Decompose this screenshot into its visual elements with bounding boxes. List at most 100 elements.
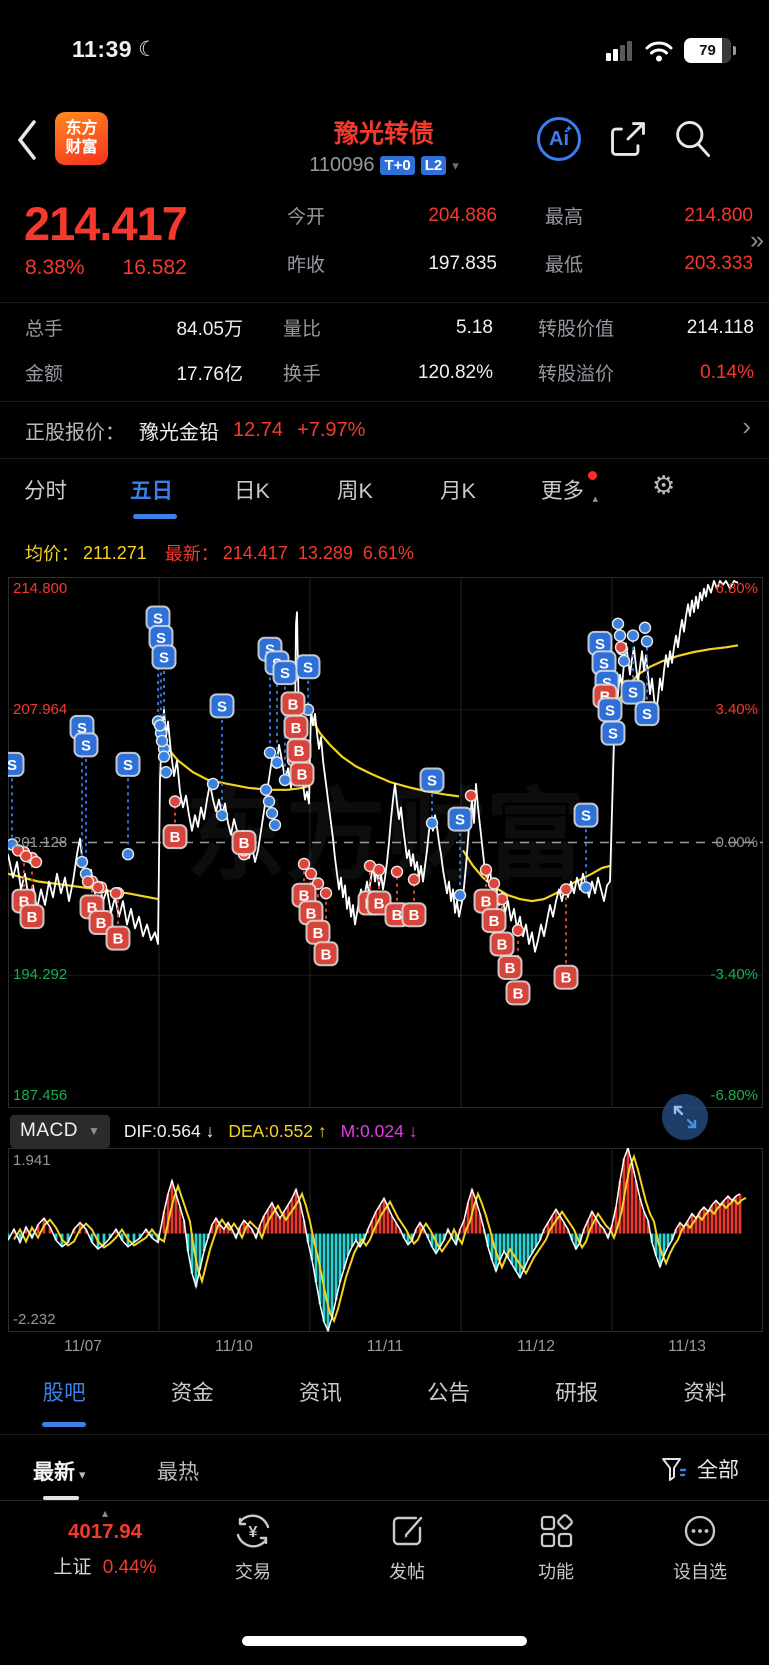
l2-badge[interactable]: L2 bbox=[420, 156, 447, 175]
svg-text:S: S bbox=[123, 757, 133, 774]
tab-profile[interactable]: 资料 bbox=[641, 1376, 769, 1407]
left-axis-label: 214.800 bbox=[13, 580, 68, 597]
nav-index-shanghai[interactable]: ▴ 4017.94 上证 0.44% bbox=[40, 1506, 170, 1579]
svg-text:¥: ¥ bbox=[249, 1524, 258, 1541]
svg-text:S: S bbox=[81, 737, 91, 754]
fullscreen-button[interactable] bbox=[662, 1094, 708, 1140]
status-bar-left: 11:39 ☾ bbox=[72, 36, 157, 63]
svg-text:B: B bbox=[297, 767, 308, 784]
macd-svg bbox=[8, 1148, 763, 1332]
share-icon[interactable] bbox=[607, 118, 649, 160]
period-tab-bar: 分时 五日 日K 周K 月K 更多 ▴ ⚙ bbox=[0, 460, 769, 526]
macd-upper-label: 1.941 bbox=[13, 1152, 51, 1169]
home-indicator[interactable] bbox=[242, 1636, 527, 1646]
t0-badge: T+0 bbox=[380, 156, 415, 175]
nav-functions-label: 功能 bbox=[538, 1562, 574, 1582]
field-label: 最低 bbox=[545, 255, 584, 276]
nav-functions[interactable]: 功能 bbox=[506, 1510, 606, 1584]
index-name: 上证 bbox=[53, 1557, 92, 1578]
svg-text:B: B bbox=[505, 960, 516, 977]
stock-detail-screen: 11:39 ☾ 79 东方 财富 豫光转债 110096 T+0 L2 ▾ Ai… bbox=[0, 0, 769, 1665]
field-label: 转股价值 bbox=[538, 319, 615, 340]
sort-latest[interactable]: 最新 ▾ bbox=[33, 1456, 86, 1486]
svg-text:B: B bbox=[306, 905, 317, 922]
trade-yen-icon: ¥ bbox=[236, 1514, 270, 1548]
five-day-chart[interactable]: 东方财富SSSSBBBBBSSSSBBSSSBBBBSBBBBBBBBSSBBB… bbox=[8, 577, 763, 1108]
tab-funds[interactable]: 资金 bbox=[128, 1376, 256, 1407]
underlying-name: 豫光金铅 bbox=[139, 422, 219, 444]
last-price: 214.417 bbox=[24, 197, 188, 250]
svg-text:B: B bbox=[313, 925, 324, 942]
tab-monthly-k[interactable]: 月K bbox=[440, 474, 476, 505]
notification-dot bbox=[588, 471, 598, 480]
svg-text:B: B bbox=[392, 907, 403, 924]
ellipsis-circle-icon bbox=[684, 1515, 716, 1547]
tab-guba[interactable]: 股吧 bbox=[0, 1376, 128, 1407]
underlying-stock-row[interactable]: 正股报价： 豫光金铅 12.74 +7.97% › bbox=[0, 401, 769, 459]
ai-button[interactable]: Ai ✦ bbox=[537, 117, 581, 161]
header-title-block[interactable]: 豫光转债 110096 T+0 L2 ▾ bbox=[234, 114, 534, 177]
nav-post[interactable]: 发帖 bbox=[357, 1510, 457, 1584]
field-value: 5.18 bbox=[456, 316, 493, 338]
svg-text:S: S bbox=[628, 685, 638, 702]
date-label: 11/10 bbox=[215, 1338, 253, 1355]
svg-text:S: S bbox=[642, 706, 652, 723]
tab-announcements[interactable]: 公告 bbox=[384, 1376, 512, 1407]
field-value: 84.05万 bbox=[176, 319, 243, 340]
indicator-selector[interactable]: MACD ▼ bbox=[10, 1114, 110, 1148]
field-value: 17.76亿 bbox=[176, 364, 243, 385]
chevron-down-icon[interactable]: ▾ bbox=[452, 158, 459, 174]
svg-text:S: S bbox=[599, 655, 609, 672]
tab-research[interactable]: 研报 bbox=[513, 1376, 641, 1407]
change-absolute: 16.582 bbox=[122, 256, 187, 279]
nav-watchlist-label: 设自选 bbox=[673, 1562, 727, 1582]
tab-more[interactable]: 更多 ▴ bbox=[541, 471, 598, 505]
nav-add-watchlist[interactable]: 设自选 bbox=[645, 1510, 755, 1584]
right-axis-label: -6.80% bbox=[710, 1087, 758, 1104]
battery-percent: 79 bbox=[699, 42, 716, 59]
quote-section[interactable]: 214.417 8.38% 16.582 今开 204.886 最高 214.8… bbox=[0, 190, 769, 303]
back-icon[interactable] bbox=[16, 118, 38, 162]
tab-five-day[interactable]: 五日 bbox=[130, 474, 173, 505]
avg-label: 均价： bbox=[25, 544, 79, 564]
eastmoney-logo[interactable]: 东方 财富 bbox=[55, 112, 108, 165]
gear-icon[interactable]: ⚙ bbox=[652, 470, 675, 501]
field-value: 214.800 bbox=[684, 204, 753, 226]
svg-text:S: S bbox=[595, 636, 605, 653]
tab-weekly-k[interactable]: 周K bbox=[337, 474, 373, 505]
search-icon[interactable] bbox=[672, 118, 712, 160]
tab-more-label: 更多 bbox=[541, 479, 585, 503]
logo-text-1: 东方 bbox=[65, 120, 98, 138]
svg-text:S: S bbox=[156, 630, 166, 647]
expand-caret-icon: ▴ bbox=[592, 493, 599, 505]
date-axis: 11/07 11/10 11/11 11/12 11/13 bbox=[8, 1338, 763, 1362]
more-quote-chevron-icon[interactable]: » bbox=[750, 226, 764, 255]
right-axis-label: 3.40% bbox=[715, 700, 758, 718]
cellular-signal-icon bbox=[606, 40, 634, 61]
price-chart-svg: 东方财富SSSSBBBBBSSSSBBSSSBBBBSBBBBBBBBSSBBB… bbox=[8, 577, 763, 1108]
tab-news[interactable]: 资讯 bbox=[256, 1376, 384, 1407]
macd-panel[interactable]: 1.941 -2.232 bbox=[8, 1148, 763, 1332]
date-label: 11/07 bbox=[64, 1338, 102, 1355]
nav-trade[interactable]: ¥ 交易 bbox=[203, 1510, 303, 1584]
macd-header-row: MACD ▼ DIF:0.564 ↓ DEA:0.552 ↑ M:0.024 ↓ bbox=[10, 1114, 431, 1148]
svg-text:B: B bbox=[513, 985, 524, 1002]
feed-filter-row: 最新 ▾ 最热 全部 bbox=[0, 1440, 769, 1501]
svg-text:B: B bbox=[294, 743, 305, 760]
svg-text:B: B bbox=[113, 931, 124, 948]
tab-minute[interactable]: 分时 bbox=[24, 474, 67, 505]
tab-daily-k[interactable]: 日K bbox=[234, 474, 270, 505]
wifi-icon bbox=[645, 41, 673, 61]
sort-hot[interactable]: 最热 bbox=[157, 1456, 199, 1486]
underlying-price: 12.74 bbox=[233, 419, 284, 441]
index-value: 4017.94 bbox=[67, 1520, 143, 1543]
svg-text:B: B bbox=[288, 696, 299, 713]
stats-section[interactable]: 总手 84.05万 量比 5.18 转股价值 214.118 金额 17.76亿… bbox=[0, 302, 769, 402]
change-percent: 8.38% bbox=[25, 256, 85, 279]
dif-value: DIF:0.564 ↓ bbox=[123, 1120, 215, 1141]
filter-all-button[interactable]: 全部 bbox=[660, 1454, 739, 1484]
right-axis-label: 6.80% bbox=[715, 580, 758, 597]
date-label: 11/12 bbox=[517, 1338, 555, 1355]
svg-text:S: S bbox=[427, 773, 437, 790]
svg-text:S: S bbox=[280, 665, 290, 682]
